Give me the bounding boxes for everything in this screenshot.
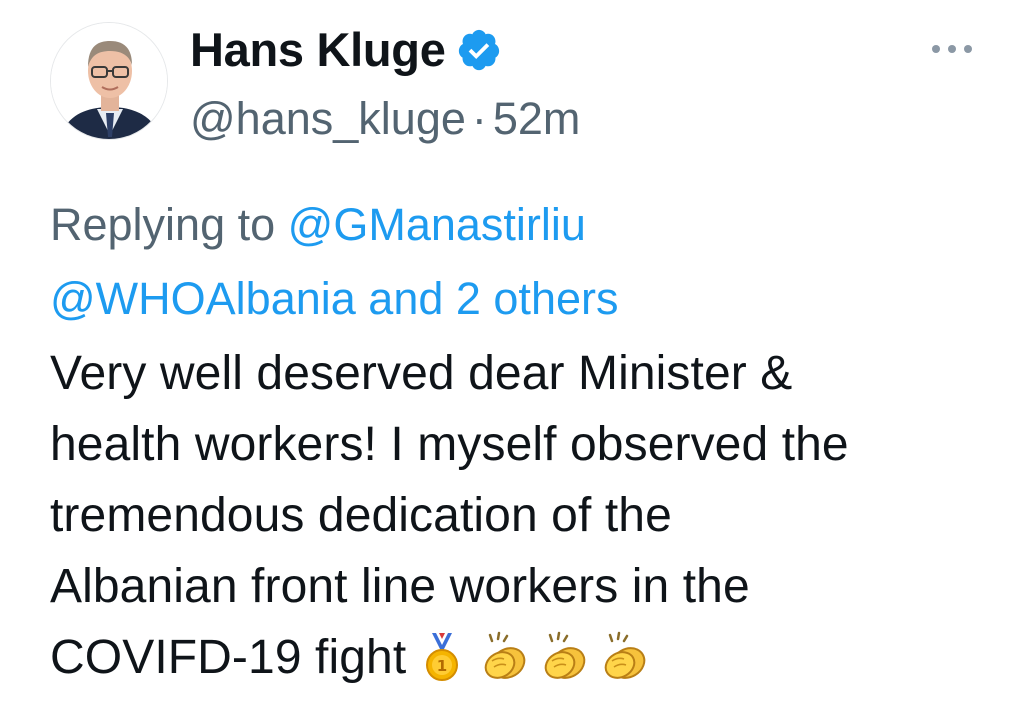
- tweet-text-line: health workers! I myself observed the: [50, 418, 849, 471]
- more-options-icon[interactable]: [932, 34, 972, 64]
- medal-icon: 1: [418, 631, 466, 683]
- tweet-text-line: COVIFD-19 fight: [50, 631, 407, 684]
- tweet-timestamp[interactable]: 52m: [493, 93, 581, 144]
- clapping-hands-icon: [478, 631, 526, 683]
- replying-to-label: Replying to: [50, 199, 276, 250]
- tweet-text: Very well deserved dear Minister & healt…: [50, 338, 1000, 693]
- mention-others-link[interactable]: and 2 others: [368, 273, 618, 324]
- tweet-text-line: Very well deserved dear Minister &: [50, 347, 793, 400]
- tweet-text-line: tremendous dedication of the: [50, 489, 672, 542]
- replying-to: Replying to @GManastirliu @WHOAlbania an…: [50, 188, 980, 336]
- author-handle-row: @hans_kluge · 52m: [190, 92, 580, 146]
- clapping-hands-icon: [538, 631, 586, 683]
- author-name-row[interactable]: Hans Kluge: [190, 22, 502, 78]
- mention-whoalbania[interactable]: @WHOAlbania: [50, 273, 356, 324]
- tweet-text-line: Albanian front line workers in the: [50, 560, 750, 613]
- author-handle[interactable]: @hans_kluge: [190, 93, 466, 144]
- mention-gmanastirliu[interactable]: @GManastirliu: [288, 199, 586, 250]
- author-display-name[interactable]: Hans Kluge: [190, 22, 446, 78]
- meta-separator: ·: [471, 93, 487, 144]
- svg-text:1: 1: [437, 657, 448, 675]
- clapping-hands-icon: [598, 631, 646, 683]
- verified-badge-icon: [456, 27, 502, 73]
- tweet-text-last-line: COVIFD-19 fight 1: [50, 622, 1000, 693]
- avatar[interactable]: [50, 22, 168, 140]
- tweet-card: Hans Kluge @hans_kluge · 52m Replying to @…: [0, 0, 1024, 701]
